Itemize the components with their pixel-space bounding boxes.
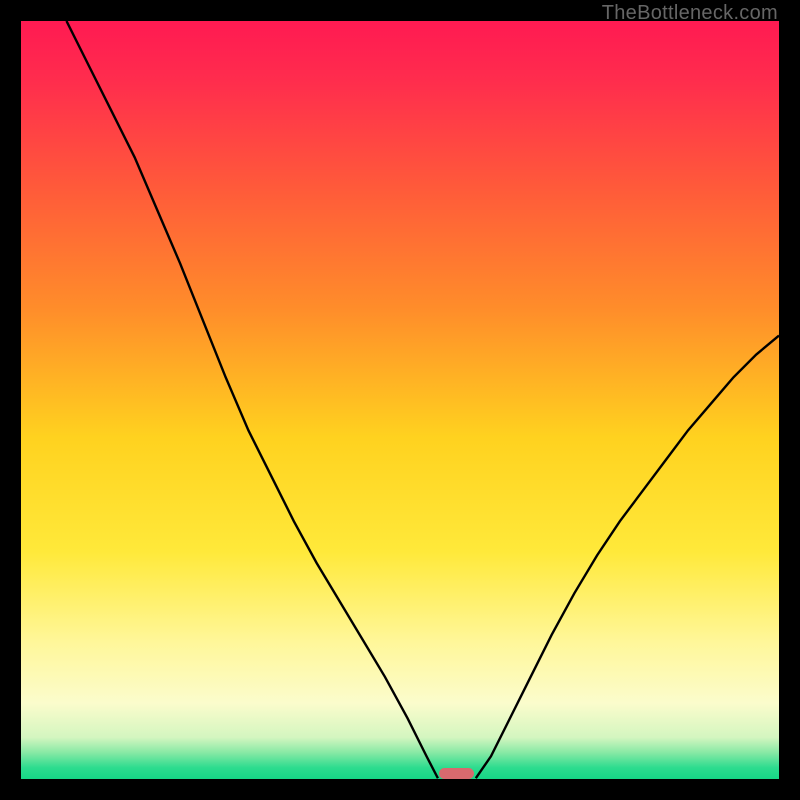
plot-area <box>21 21 779 779</box>
optimal-marker <box>439 768 474 779</box>
bottleneck-curve <box>21 21 779 779</box>
chart-frame: TheBottleneck.com <box>0 0 800 800</box>
